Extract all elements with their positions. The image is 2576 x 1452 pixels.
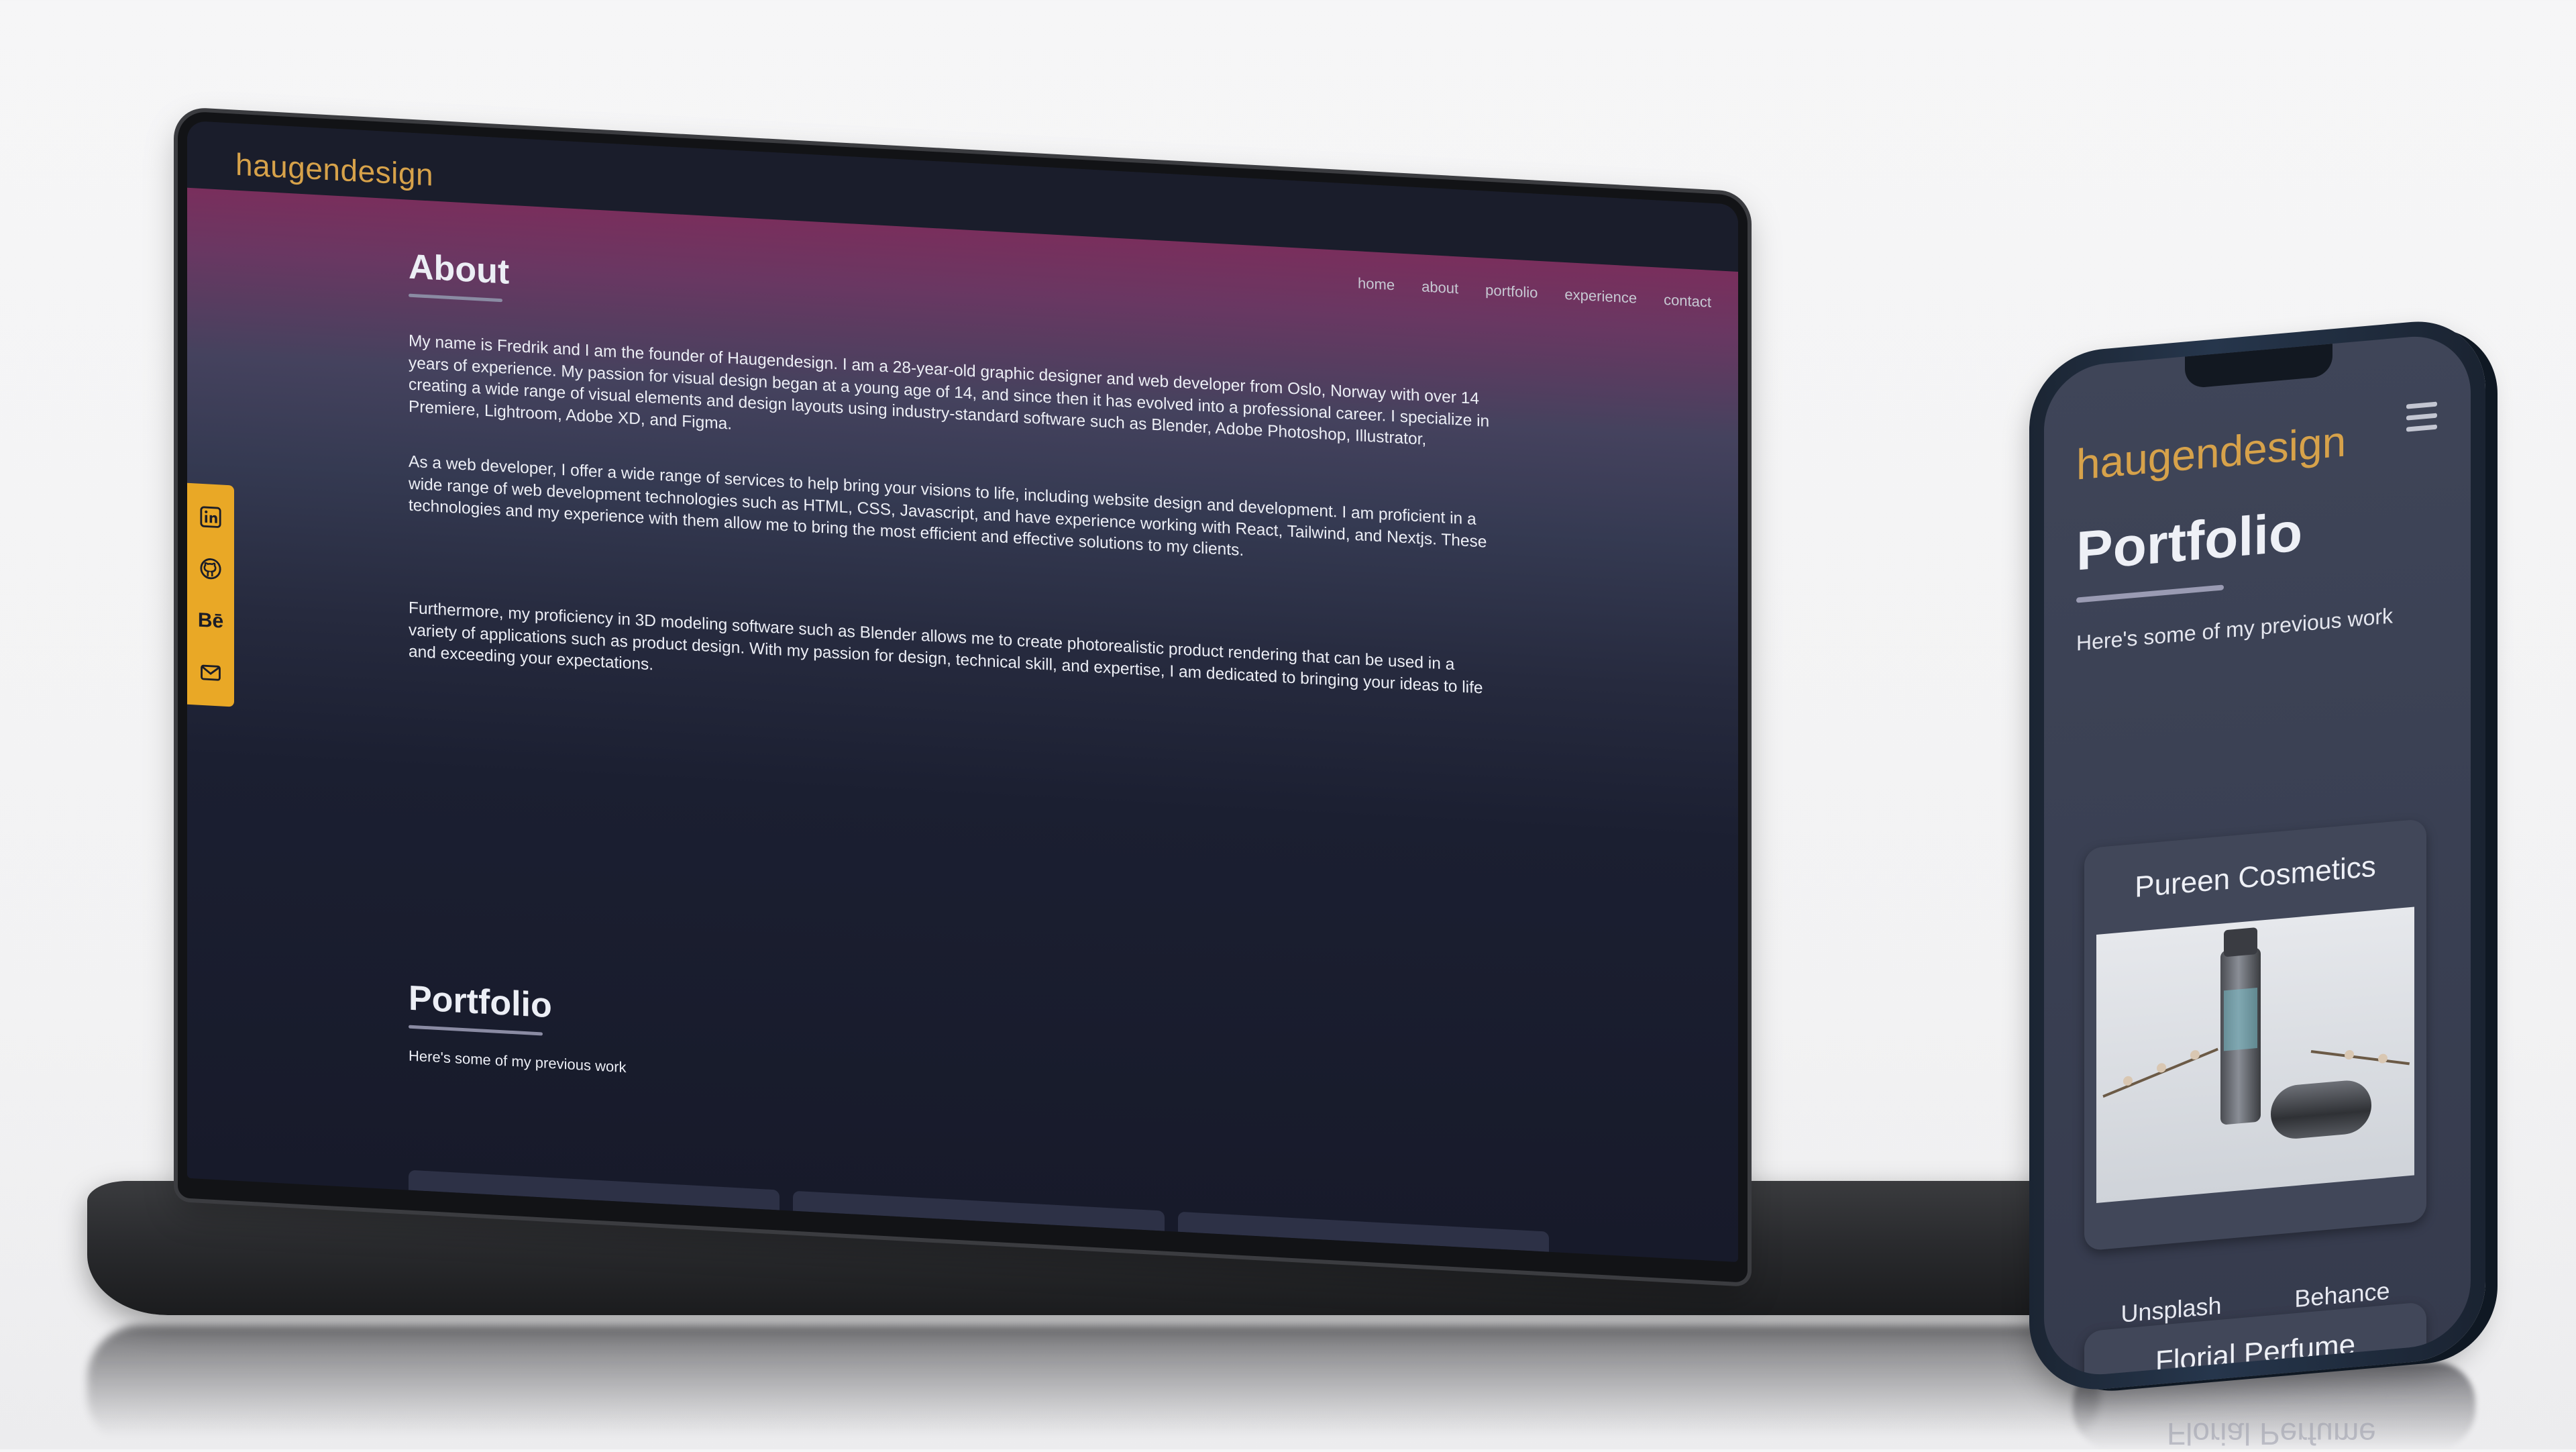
phone-screen: haugendesign Portfolio Here's some of my…	[2044, 331, 2471, 1380]
linkedin-icon[interactable]	[197, 503, 224, 531]
github-icon[interactable]	[197, 555, 224, 583]
portfolio-heading: Portfolio	[409, 978, 552, 1026]
about-section: About My name is Fredrik and I am the fo…	[409, 247, 1495, 723]
phone-body: haugendesign Portfolio Here's some of my…	[2029, 315, 2485, 1396]
nav-about[interactable]: about	[1421, 278, 1458, 297]
nav-contact[interactable]: contact	[1664, 291, 1711, 311]
bottle-cap-shape	[2224, 927, 2257, 957]
heading-underline	[409, 1025, 543, 1036]
portfolio-card[interactable]	[409, 1170, 780, 1210]
nav-portfolio[interactable]: portfolio	[1485, 282, 1538, 302]
portfolio-subtitle: Here's some of my previous work	[409, 1047, 627, 1076]
cylinder-shape	[2271, 1078, 2371, 1141]
blossom-shape	[2345, 1049, 2354, 1060]
bottle-liquid-shape	[2224, 988, 2257, 1051]
portfolio-subtitle: Here's some of my previous work	[2076, 603, 2394, 656]
nav-home[interactable]: home	[1358, 274, 1395, 294]
portfolio-heading: Portfolio	[2076, 501, 2303, 582]
social-sidebar: Bē	[187, 482, 234, 707]
laptop-reflection	[87, 1325, 2100, 1449]
laptop-lid: haugendesign home about portfolio experi…	[178, 111, 1748, 1283]
heading-underline	[2076, 584, 2224, 603]
site-logo[interactable]: haugendesign	[2076, 416, 2346, 489]
about-heading: About	[409, 247, 510, 292]
heading-underline	[409, 293, 502, 303]
mail-icon[interactable]	[197, 659, 224, 687]
laptop-screen: haugendesign home about portfolio experi…	[187, 120, 1738, 1262]
portfolio-card-title: Pureen Cosmetics	[2135, 849, 2376, 904]
about-paragraph-3: Furthermore, my proficiency in 3D modeli…	[409, 599, 1483, 697]
portfolio-section: Portfolio Here's some of my previous wor…	[409, 978, 627, 1077]
portfolio-card[interactable]	[793, 1190, 1165, 1231]
hamburger-menu-icon[interactable]	[2406, 401, 2437, 439]
portfolio-card[interactable]: Pureen Cosmetics Unsplash Behance	[2084, 818, 2426, 1328]
branch-shape	[2102, 1047, 2218, 1098]
branch-shape	[2310, 1050, 2410, 1066]
phone-reflection-text: Florial Perfume	[2167, 1416, 2376, 1451]
about-paragraph-2: As a web developer, I offer a wide range…	[409, 452, 1487, 560]
behance-icon[interactable]: Bē	[197, 607, 224, 635]
site-logo[interactable]: haugendesign	[235, 146, 433, 193]
product-render-image	[2096, 906, 2414, 1203]
phone-notch	[2185, 344, 2332, 389]
device-mockup-scene: haugendesign home about portfolio experi…	[0, 0, 2576, 1451]
about-paragraph-1: My name is Fredrik and I am the founder …	[409, 331, 1490, 449]
portfolio-card[interactable]	[1177, 1211, 1549, 1252]
nav-experience[interactable]: experience	[1564, 286, 1637, 307]
